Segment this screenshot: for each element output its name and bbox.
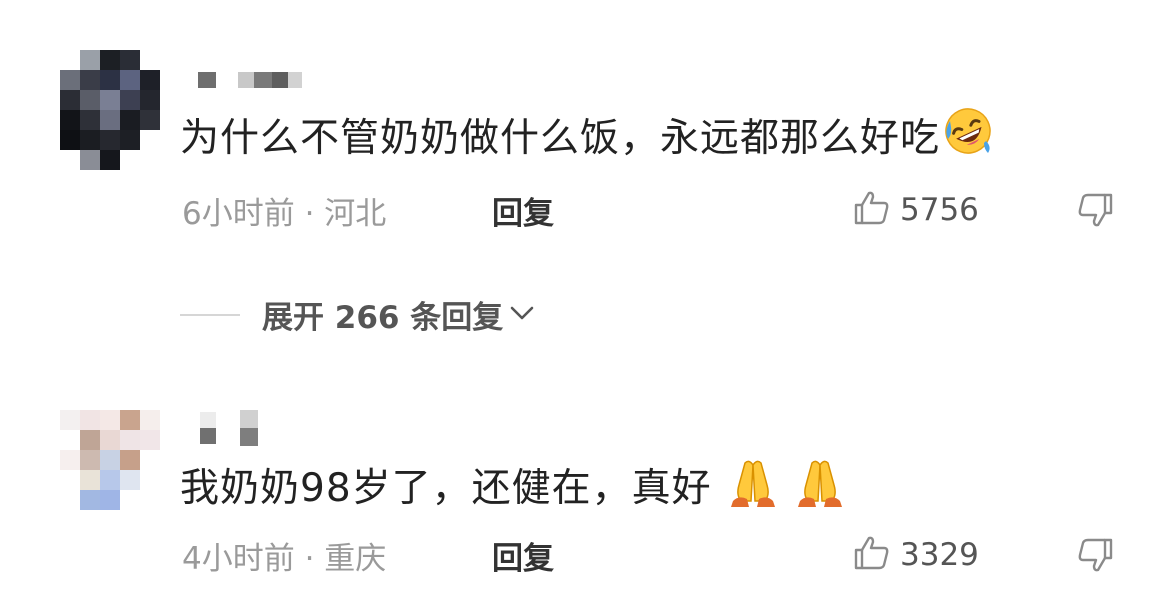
reply-button[interactable]: 回复 — [492, 188, 554, 233]
thumbs-down-icon — [1075, 193, 1115, 234]
expand-divider — [180, 313, 240, 316]
comment-meta: 4小时前 · 重庆 — [182, 533, 386, 578]
thumbs-up-icon — [852, 533, 892, 577]
expand-replies-label: 展开 266 条回复 — [262, 300, 504, 336]
avatar[interactable] — [60, 410, 160, 530]
chevron-down-icon — [507, 298, 537, 332]
comment-item: 为什么不管奶奶做什么饭，永远都那么好吃 6小时前 · 河北 回复 5756 展开… — [0, 0, 1170, 380]
comment-text: 我奶奶98岁了，还健在，真好 — [180, 455, 846, 520]
avatar[interactable] — [60, 50, 160, 170]
rolling-on-floor-laughing-icon — [942, 105, 994, 170]
like-count: 5756 — [900, 192, 979, 228]
dislike-button[interactable] — [1075, 190, 1115, 234]
folded-hands-icon — [794, 455, 846, 520]
folded-hands-icon — [727, 455, 779, 520]
thumbs-down-icon — [1075, 538, 1115, 579]
like-button[interactable]: 3329 — [852, 533, 979, 577]
comment-meta: 6小时前 · 河北 — [182, 188, 386, 233]
comment-location: 河北 — [324, 196, 387, 232]
like-count: 3329 — [900, 537, 979, 573]
meta-separator: · — [294, 196, 325, 232]
comment-item: 我奶奶98岁了，还健在，真好 4小时前 · 重庆 回复 3329 — [0, 380, 1170, 616]
comment-time: 4小时前 — [182, 541, 295, 577]
meta-separator: · — [294, 541, 325, 577]
comment-text-content: 为什么不管奶奶做什么饭，永远都那么好吃 — [180, 116, 941, 161]
username-pixelated[interactable] — [198, 410, 318, 450]
expand-replies-button[interactable]: 展开 266 条回复 — [180, 292, 537, 337]
like-button[interactable]: 5756 — [852, 188, 979, 232]
comment-text: 为什么不管奶奶做什么饭，永远都那么好吃 — [180, 105, 994, 170]
reply-button[interactable]: 回复 — [492, 533, 554, 578]
comment-time: 6小时前 — [182, 196, 295, 232]
thumbs-up-icon — [852, 188, 892, 232]
comment-text-content: 我奶奶98岁了，还健在，真好 — [180, 466, 712, 511]
comment-location: 重庆 — [324, 541, 387, 577]
username-pixelated[interactable] — [198, 68, 318, 92]
dislike-button[interactable] — [1075, 535, 1115, 579]
